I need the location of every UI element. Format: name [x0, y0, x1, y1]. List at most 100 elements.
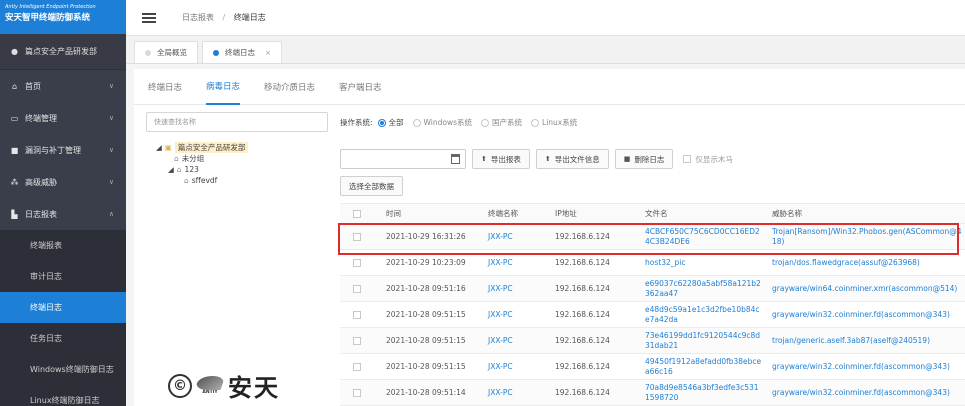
sidebar-item-reports[interactable]: ▙ 日志报表 ∧ — [0, 198, 126, 230]
checkbox-icon — [353, 388, 361, 397]
row-checkbox-cell[interactable] — [340, 258, 374, 267]
table-row[interactable]: 2021-10-28 09:51:16 JXX-PC 192.168.6.124 e6… — [340, 276, 965, 302]
menu-toggle-icon[interactable] — [142, 11, 156, 25]
table-row[interactable]: 2021-10-29 16:31:26 JXX-PC 192.168.6.124 4C… — [340, 224, 965, 250]
select-all-data-button[interactable]: 选择全部数据 — [340, 176, 403, 196]
cell-host[interactable]: JXX-PC — [478, 232, 543, 241]
brand-cn: 安天智甲终端防御系统 — [5, 13, 91, 23]
sidebar-item-patch[interactable]: ■ 漏洞与补丁管理 ∨ — [0, 134, 126, 166]
cell-threat[interactable]: grayware/win64.coinminer.xmr(ascommon@51… — [762, 284, 965, 294]
table-row[interactable]: 2021-10-28 09:51:15 JXX-PC 192.168.6.124 73… — [340, 328, 965, 354]
header-ip[interactable]: IP地址 — [543, 208, 635, 219]
sidebar-item-home[interactable]: ⌂ 首页 ∨ — [0, 70, 126, 102]
brand-header: Antiy Intelligent Endpoint Protection 安天… — [0, 0, 126, 34]
tab-overview[interactable]: 全局概览 — [134, 41, 198, 63]
only-trojan-checkbox[interactable]: 仅显示木马 — [683, 154, 733, 165]
cell-file[interactable]: e69037c62280a5abf58a121b2362aa47 — [635, 279, 762, 299]
cell-file[interactable]: 49450f1912a8efadd0fb38ebcea66c16 — [635, 357, 762, 377]
delete-log-button[interactable]: ■ 删除日志 — [614, 149, 674, 169]
chevron-up-icon: ∧ — [108, 210, 114, 218]
cell-host[interactable]: JXX-PC — [478, 388, 543, 397]
cell-ip: 192.168.6.124 — [555, 362, 610, 371]
checkbox-label: 仅显示木马 — [695, 154, 733, 164]
cell-file[interactable]: 73e46199dd1fc9120544c9c8d31dab21 — [635, 331, 762, 351]
expand-arrow-icon[interactable]: ◢ — [156, 142, 162, 153]
table-row[interactable]: 2021-10-28 09:51:14 JXX-PC 192.168.6.124 70… — [340, 380, 965, 406]
tree-node-ungrouped[interactable]: ⌂ 未分组 — [156, 153, 248, 164]
tree-node-123[interactable]: ◢ ⌂ 123 — [156, 164, 248, 175]
radio-label: 国产系统 — [492, 118, 523, 127]
row-checkbox-cell[interactable] — [340, 336, 374, 345]
cell-file[interactable]: host32_pic — [635, 258, 762, 268]
date-range-input[interactable] — [340, 149, 466, 169]
cell-host[interactable]: JXX-PC — [478, 362, 543, 371]
sidebar-item-endpoint[interactable]: ▭ 终端管理 ∨ — [0, 102, 126, 134]
cell-threat[interactable]: grayware/win32.coinminer.fd(ascommon@343… — [762, 388, 965, 398]
row-checkbox-cell[interactable] — [340, 232, 374, 241]
row-checkbox-cell[interactable] — [340, 362, 374, 371]
table-row[interactable]: 2021-10-29 10:23:09 JXX-PC 192.168.6.124 ho… — [340, 250, 965, 276]
radio-windows[interactable]: Windows系统 — [412, 117, 472, 128]
cell-threat[interactable]: Trojan[Ransom]/Win32.Phobos.gen(ASCommon… — [762, 227, 965, 247]
radio-domestic[interactable]: 国产系统 — [481, 117, 522, 128]
sidebar-sub-linux-log[interactable]: Linux终端防御日志 — [0, 385, 126, 406]
tree-search-input[interactable]: 快速查找名称 — [146, 112, 328, 132]
expand-arrow-icon[interactable]: ◢ — [168, 164, 174, 175]
sidebar-sub-endpoint-log[interactable]: 终端日志 — [0, 292, 126, 323]
subtab-client-log[interactable]: 客户端日志 — [339, 69, 382, 105]
export-file-info-button[interactable]: ⬆ 导出文件信息 — [535, 149, 609, 169]
cell-file[interactable]: 70a8d9e8546a3bf3edfe3c5311598720 — [635, 383, 762, 403]
page-tab-strip: 全局概览 终端日志 × — [126, 36, 965, 64]
subtab-virus-log[interactable]: 病毒日志 — [206, 69, 241, 105]
tab-endpoint-log[interactable]: 终端日志 × — [202, 41, 282, 63]
export-report-button[interactable]: ⬆ 导出报表 — [472, 149, 530, 169]
header-host[interactable]: 终端名称 — [478, 208, 543, 219]
sidebar-sub-audit-log[interactable]: 审计日志 — [0, 261, 126, 292]
cell-host[interactable]: JXX-PC — [478, 258, 543, 267]
cell-host[interactable]: JXX-PC — [478, 336, 543, 345]
sidebar-dept[interactable]: ● 篇点安全产品研发部 — [0, 34, 126, 70]
subtab-endpoint-log[interactable]: 终端日志 — [148, 69, 182, 105]
table-row[interactable]: 2021-10-28 09:51:15 JXX-PC 192.168.6.124 e4… — [340, 302, 965, 328]
tree-node-label: 未分组 — [181, 154, 205, 163]
header-time[interactable]: 时间 — [374, 208, 478, 219]
sidebar-item-threat[interactable]: ⁂ 高级威胁 ∨ — [0, 166, 126, 198]
breadcrumb-parent[interactable]: 日志报表 — [182, 13, 214, 22]
row-checkbox-cell[interactable] — [340, 388, 374, 397]
cell-file[interactable]: e48d9c59a1e1c3d2fbe10b84ce7a42da — [635, 305, 762, 325]
tree-node-root[interactable]: ◢ ▣ 篇点安全产品研发部 — [156, 142, 249, 153]
subtab-removable-media-log[interactable]: 移动介质日志 — [264, 69, 315, 105]
sidebar-item-label: 日志报表 — [25, 209, 57, 219]
sidebar-sub-endpoint-report[interactable]: 终端报表 — [0, 230, 126, 261]
chevron-down-icon: ∨ — [108, 146, 114, 154]
cell-threat[interactable]: grayware/win32.coinminer.fd(ascommon@343… — [762, 310, 965, 320]
checkbox-icon — [353, 284, 361, 293]
cell-ip: 192.168.6.124 — [555, 388, 610, 397]
sidebar-sub-windows-log[interactable]: Windows终端防御日志 — [0, 354, 126, 385]
cell-threat[interactable]: grayware/win32.coinminer.fd(ascommon@343… — [762, 362, 965, 372]
cell-threat[interactable]: trojan/dos.flawedgrace(assuf@263968) — [762, 258, 965, 268]
header-checkbox-cell[interactable] — [340, 209, 374, 218]
tab-status-dot — [145, 49, 151, 56]
log-toolbar: ⬆ 导出报表 ⬆ 导出文件信息 ■ 删除日志 仅显示木马 — [340, 149, 733, 169]
row-checkbox-cell[interactable] — [340, 284, 374, 293]
radio-label: 全部 — [388, 118, 404, 127]
calendar-icon[interactable] — [451, 154, 460, 164]
tree-node-sffevdf[interactable]: ⌂ sffevdf — [156, 175, 248, 186]
group-icon: ⌂ — [174, 154, 179, 163]
radio-all[interactable]: 全部 — [377, 117, 404, 128]
sidebar-sub-task-log[interactable]: 任务日志 — [0, 323, 126, 354]
cell-file[interactable]: 4CBCF650C75C6CD0CC16ED24C3B24DE6 — [635, 227, 762, 247]
button-label: 导出报表 — [490, 154, 521, 164]
cell-host[interactable]: JXX-PC — [478, 284, 543, 293]
header-threat[interactable]: 威胁名称 — [762, 209, 965, 219]
cell-time: 2021-10-28 09:51:14 — [386, 388, 466, 397]
cell-threat[interactable]: trojan/generic.aself.3ab87(aself@240519) — [762, 336, 965, 346]
network-icon: ⁂ — [10, 177, 19, 187]
table-row[interactable]: 2021-10-28 09:51:15 JXX-PC 192.168.6.124 49… — [340, 354, 965, 380]
header-file[interactable]: 文件名 — [635, 209, 762, 219]
radio-linux[interactable]: Linux系统 — [531, 117, 577, 128]
cell-host[interactable]: JXX-PC — [478, 310, 543, 319]
row-checkbox-cell[interactable] — [340, 310, 374, 319]
close-icon[interactable]: × — [265, 49, 271, 57]
